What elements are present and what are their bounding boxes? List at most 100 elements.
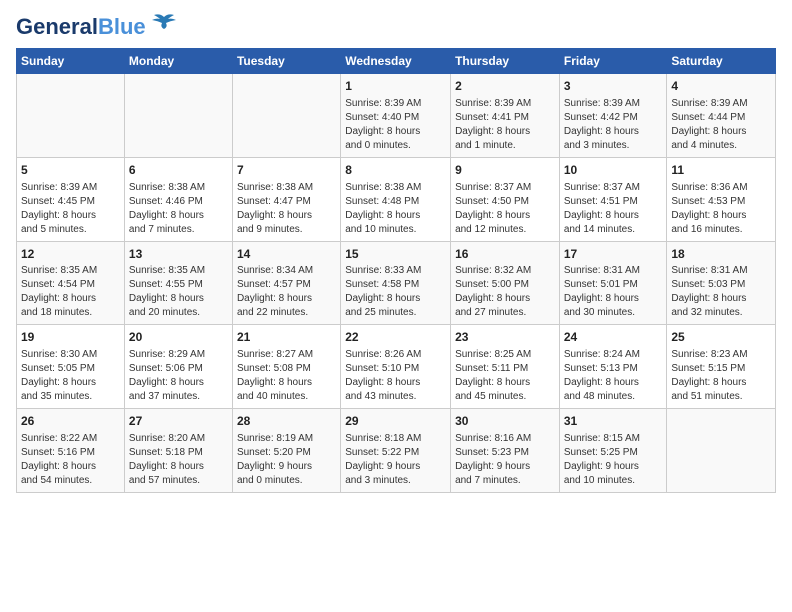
day-number: 22 (345, 329, 446, 346)
calendar-cell: 27 Sunrise: 8:20 AM Sunset: 5:18 PM Dayli… (124, 409, 232, 493)
calendar-cell: 13Sunrise: 8:35 AM Sunset: 4:55 PM Dayli… (124, 241, 232, 325)
calendar-cell: 10Sunrise: 8:37 AM Sunset: 4:51 PM Dayli… (559, 157, 667, 241)
day-number: 20 (129, 329, 228, 346)
day-info: Sunrise: 8:39 AM Sunset: 4:44 PM Dayligh… (671, 97, 771, 153)
day-info: Sunrise: 8:35 AM Sunset: 4:55 PM Dayligh… (129, 264, 228, 320)
calendar-week-row: 1Sunrise: 8:39 AM Sunset: 4:40 PM Daylig… (17, 74, 776, 158)
calendar-cell: 31 Sunrise: 8:15 AM Sunset: 5:25 PM Dayli… (559, 409, 667, 493)
day-number: 8 (345, 162, 446, 179)
calendar-cell: 12Sunrise: 8:35 AM Sunset: 4:54 PM Dayli… (17, 241, 125, 325)
day-info: Sunrise: 8:30 AM Sunset: 5:05 PM Dayligh… (21, 348, 120, 404)
calendar-cell: 5 Sunrise: 8:39 AM Sunset: 4:45 PM Daylig… (17, 157, 125, 241)
day-info: Sunrise: 8:20 AM Sunset: 5:18 PM Dayligh… (129, 432, 228, 488)
day-info: Sunrise: 8:29 AM Sunset: 5:06 PM Dayligh… (129, 348, 228, 404)
col-header-wednesday: Wednesday (341, 49, 451, 74)
calendar-cell (232, 74, 340, 158)
calendar-cell: 26Sunrise: 8:22 AM Sunset: 5:16 PM Dayli… (17, 409, 125, 493)
calendar-cell: 14Sunrise: 8:34 AM Sunset: 4:57 PM Dayli… (232, 241, 340, 325)
day-info: Sunrise: 8:26 AM Sunset: 5:10 PM Dayligh… (345, 348, 446, 404)
col-header-saturday: Saturday (667, 49, 776, 74)
calendar-cell: 7 Sunrise: 8:38 AM Sunset: 4:47 PM Daylig… (232, 157, 340, 241)
day-number: 30 (455, 413, 555, 430)
calendar-cell: 21 Sunrise: 8:27 AM Sunset: 5:08 PM Dayli… (232, 325, 340, 409)
day-info: Sunrise: 8:16 AM Sunset: 5:23 PM Dayligh… (455, 432, 555, 488)
day-info: Sunrise: 8:38 AM Sunset: 4:46 PM Dayligh… (129, 181, 228, 237)
day-info: Sunrise: 8:18 AM Sunset: 5:22 PM Dayligh… (345, 432, 446, 488)
page-header: GeneralBlue (16, 16, 776, 38)
day-number: 31 (564, 413, 663, 430)
day-info: Sunrise: 8:33 AM Sunset: 4:58 PM Dayligh… (345, 264, 446, 320)
calendar-cell: 1Sunrise: 8:39 AM Sunset: 4:40 PM Daylig… (341, 74, 451, 158)
calendar-week-row: 26Sunrise: 8:22 AM Sunset: 5:16 PM Dayli… (17, 409, 776, 493)
day-number: 13 (129, 246, 228, 263)
calendar-cell: 17Sunrise: 8:31 AM Sunset: 5:01 PM Dayli… (559, 241, 667, 325)
col-header-tuesday: Tuesday (232, 49, 340, 74)
day-number: 27 (129, 413, 228, 430)
day-number: 28 (237, 413, 336, 430)
day-number: 29 (345, 413, 446, 430)
day-number: 7 (237, 162, 336, 179)
calendar-cell: 2 Sunrise: 8:39 AM Sunset: 4:41 PM Daylig… (451, 74, 560, 158)
calendar-table: SundayMondayTuesdayWednesdayThursdayFrid… (16, 48, 776, 493)
calendar-week-row: 12Sunrise: 8:35 AM Sunset: 4:54 PM Dayli… (17, 241, 776, 325)
day-info: Sunrise: 8:31 AM Sunset: 5:03 PM Dayligh… (671, 264, 771, 320)
day-info: Sunrise: 8:31 AM Sunset: 5:01 PM Dayligh… (564, 264, 663, 320)
day-number: 18 (671, 246, 771, 263)
day-number: 12 (21, 246, 120, 263)
day-info: Sunrise: 8:39 AM Sunset: 4:42 PM Dayligh… (564, 97, 663, 153)
calendar-cell: 11Sunrise: 8:36 AM Sunset: 4:53 PM Dayli… (667, 157, 776, 241)
day-info: Sunrise: 8:35 AM Sunset: 4:54 PM Dayligh… (21, 264, 120, 320)
calendar-cell: 23Sunrise: 8:25 AM Sunset: 5:11 PM Dayli… (451, 325, 560, 409)
calendar-cell: 19 Sunrise: 8:30 AM Sunset: 5:05 PM Dayli… (17, 325, 125, 409)
day-info: Sunrise: 8:39 AM Sunset: 4:41 PM Dayligh… (455, 97, 555, 153)
day-info: Sunrise: 8:37 AM Sunset: 4:51 PM Dayligh… (564, 181, 663, 237)
day-info: Sunrise: 8:39 AM Sunset: 4:45 PM Dayligh… (21, 181, 120, 237)
calendar-cell: 15Sunrise: 8:33 AM Sunset: 4:58 PM Dayli… (341, 241, 451, 325)
day-info: Sunrise: 8:23 AM Sunset: 5:15 PM Dayligh… (671, 348, 771, 404)
day-number: 2 (455, 78, 555, 95)
calendar-week-row: 19 Sunrise: 8:30 AM Sunset: 5:05 PM Dayli… (17, 325, 776, 409)
calendar-cell: 24Sunrise: 8:24 AM Sunset: 5:13 PM Dayli… (559, 325, 667, 409)
logo-bird-icon (150, 13, 178, 33)
day-number: 17 (564, 246, 663, 263)
calendar-cell: 20 Sunrise: 8:29 AM Sunset: 5:06 PM Dayli… (124, 325, 232, 409)
calendar-header-row: SundayMondayTuesdayWednesdayThursdayFrid… (17, 49, 776, 74)
calendar-cell: 29 Sunrise: 8:18 AM Sunset: 5:22 PM Dayli… (341, 409, 451, 493)
day-info: Sunrise: 8:38 AM Sunset: 4:47 PM Dayligh… (237, 181, 336, 237)
day-number: 9 (455, 162, 555, 179)
day-number: 24 (564, 329, 663, 346)
col-header-monday: Monday (124, 49, 232, 74)
day-number: 16 (455, 246, 555, 263)
day-number: 6 (129, 162, 228, 179)
day-number: 15 (345, 246, 446, 263)
day-number: 4 (671, 78, 771, 95)
calendar-cell: 8 Sunrise: 8:38 AM Sunset: 4:48 PM Daylig… (341, 157, 451, 241)
day-number: 21 (237, 329, 336, 346)
logo-text: GeneralBlue (16, 16, 146, 38)
day-info: Sunrise: 8:37 AM Sunset: 4:50 PM Dayligh… (455, 181, 555, 237)
day-info: Sunrise: 8:27 AM Sunset: 5:08 PM Dayligh… (237, 348, 336, 404)
calendar-cell: 22 Sunrise: 8:26 AM Sunset: 5:10 PM Dayli… (341, 325, 451, 409)
day-number: 11 (671, 162, 771, 179)
calendar-cell: 30 Sunrise: 8:16 AM Sunset: 5:23 PM Dayli… (451, 409, 560, 493)
day-info: Sunrise: 8:38 AM Sunset: 4:48 PM Dayligh… (345, 181, 446, 237)
col-header-friday: Friday (559, 49, 667, 74)
day-info: Sunrise: 8:25 AM Sunset: 5:11 PM Dayligh… (455, 348, 555, 404)
day-info: Sunrise: 8:32 AM Sunset: 5:00 PM Dayligh… (455, 264, 555, 320)
calendar-cell: 16Sunrise: 8:32 AM Sunset: 5:00 PM Dayli… (451, 241, 560, 325)
calendar-cell (667, 409, 776, 493)
calendar-cell (124, 74, 232, 158)
day-number: 1 (345, 78, 446, 95)
logo: GeneralBlue (16, 16, 178, 38)
col-header-sunday: Sunday (17, 49, 125, 74)
day-number: 3 (564, 78, 663, 95)
day-number: 26 (21, 413, 120, 430)
day-info: Sunrise: 8:15 AM Sunset: 5:25 PM Dayligh… (564, 432, 663, 488)
calendar-cell: 9 Sunrise: 8:37 AM Sunset: 4:50 PM Daylig… (451, 157, 560, 241)
day-number: 19 (21, 329, 120, 346)
day-info: Sunrise: 8:19 AM Sunset: 5:20 PM Dayligh… (237, 432, 336, 488)
calendar-cell (17, 74, 125, 158)
calendar-cell: 4 Sunrise: 8:39 AM Sunset: 4:44 PM Daylig… (667, 74, 776, 158)
calendar-cell: 28 Sunrise: 8:19 AM Sunset: 5:20 PM Dayli… (232, 409, 340, 493)
day-number: 5 (21, 162, 120, 179)
